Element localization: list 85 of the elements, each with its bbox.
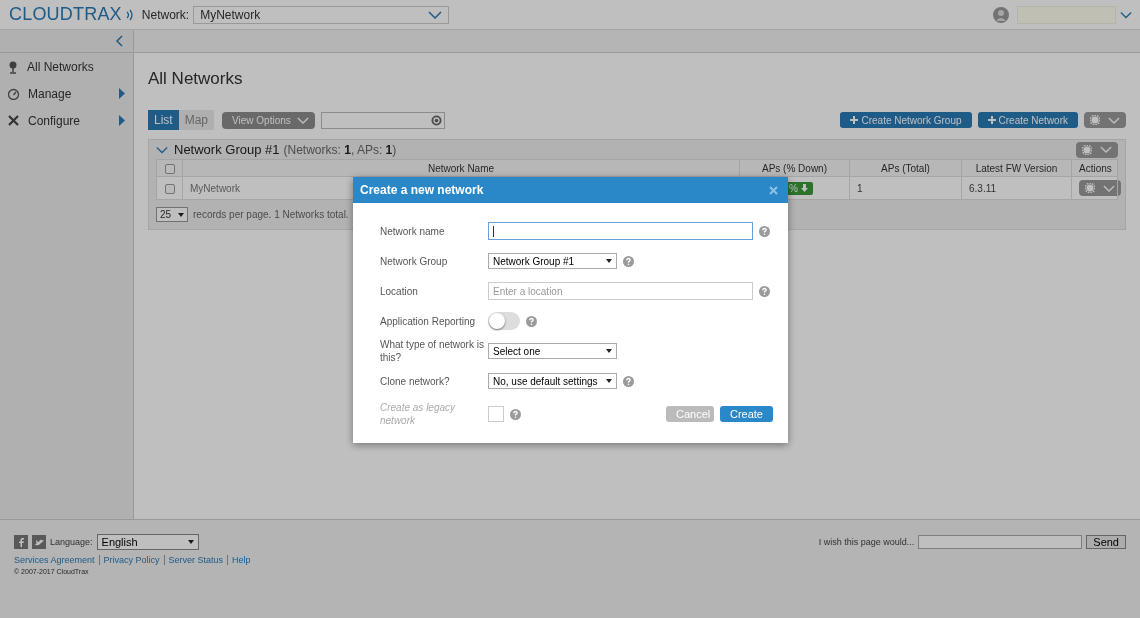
field-label: Network Group — [380, 254, 449, 268]
table-cell: 1 — [857, 182, 863, 194]
sidebar-item[interactable]: Manage — [0, 80, 133, 107]
footer-link[interactable]: Privacy Policy — [98, 555, 160, 565]
sidebar-item[interactable]: Configure — [0, 107, 133, 134]
settings-button[interactable] — [1084, 112, 1126, 128]
select-field[interactable]: Network Group #1 — [488, 253, 617, 269]
language-select[interactable]: English — [96, 534, 199, 550]
feedback-field[interactable] — [918, 535, 1083, 549]
footer-link[interactable]: Server Status — [163, 555, 224, 565]
page-title: All Networks — [148, 69, 244, 90]
field-label: Application Reporting — [380, 314, 477, 328]
help-icon[interactable] — [623, 255, 634, 267]
column-header[interactable]: Actions — [1071, 159, 1118, 177]
chevron-icon — [1108, 116, 1120, 124]
field-label: Create as legacy network — [380, 401, 457, 427]
column-header[interactable]: APs (% Down) — [739, 159, 850, 177]
field-label: Network name — [380, 224, 446, 238]
page-size-select[interactable]: 25 — [156, 207, 188, 222]
footer-link[interactable]: Services Agreement — [14, 555, 95, 565]
gear-icon — [1085, 183, 1095, 193]
caret-icon — [606, 379, 612, 383]
plus-icon — [850, 116, 859, 124]
gear-icon — [1082, 144, 1092, 155]
caret-icon — [178, 212, 184, 217]
footer-link[interactable]: Help — [227, 555, 251, 565]
field-label: Location — [380, 284, 419, 298]
chevron-icon — [296, 116, 309, 124]
toggle-switch[interactable] — [488, 312, 520, 330]
chevron-icon — [428, 10, 443, 19]
logo: CLOUDTRAX — [9, 4, 122, 25]
chevron-icon — [1100, 146, 1112, 153]
facebook-icon[interactable] — [14, 535, 28, 549]
expand-icon[interactable] — [156, 145, 168, 154]
collapse-icon[interactable] — [115, 35, 123, 47]
column-header[interactable]: Network Name — [182, 159, 740, 177]
help-icon[interactable] — [526, 315, 537, 327]
search-field[interactable] — [320, 111, 445, 129]
checkbox[interactable] — [164, 163, 175, 174]
avatar-icon[interactable] — [993, 6, 1009, 23]
plus-icon — [987, 116, 996, 124]
pin-icon — [7, 59, 19, 74]
checkbox[interactable] — [164, 183, 175, 194]
bird-icon[interactable] — [32, 535, 46, 549]
input-field[interactable] — [488, 222, 753, 240]
chevron-icon — [1103, 184, 1115, 192]
gear-icon — [1090, 115, 1100, 125]
language-label: Language: — [50, 537, 93, 547]
chevron-icon[interactable] — [1120, 10, 1132, 19]
help-icon[interactable] — [510, 408, 521, 420]
tools-icon — [7, 114, 20, 127]
help-icon[interactable] — [623, 375, 634, 387]
row-actions-button[interactable] — [1079, 180, 1121, 196]
create-button[interactable]: Create Network — [977, 112, 1078, 128]
gauge-icon — [7, 87, 20, 100]
column-header[interactable]: APs (Total) — [849, 159, 962, 177]
settings-button[interactable] — [1076, 141, 1118, 158]
feedback-label: I wish this page would... — [818, 537, 915, 547]
network-select[interactable]: MyNetwork — [193, 5, 450, 24]
field-label: Clone network? — [380, 374, 451, 388]
column-header[interactable]: Latest FW Version — [961, 159, 1072, 177]
create-button[interactable]: Create — [719, 406, 773, 422]
sidebar-item[interactable]: All Networks — [0, 53, 133, 80]
select-field[interactable]: Select one — [488, 343, 617, 359]
create-button[interactable]: Create Network Group — [840, 112, 972, 128]
caret-icon — [606, 259, 612, 263]
help-icon[interactable] — [759, 225, 770, 237]
caret-icon — [187, 540, 194, 544]
select-field[interactable]: No, use default settings — [488, 373, 617, 389]
help-icon[interactable] — [759, 285, 770, 297]
caret-icon — [606, 349, 612, 353]
send-button[interactable]: Send — [1086, 535, 1126, 549]
search-icon — [430, 114, 442, 126]
checkbox[interactable] — [488, 406, 504, 422]
signal-icon — [125, 8, 134, 21]
records-text: records per page. 1 Networks total. — [193, 209, 349, 220]
field-label: What type of network is this? — [380, 338, 485, 364]
table-cell[interactable]: MyNetwork — [190, 182, 240, 194]
group-summary: (Networks: 1, APs: 1) — [283, 142, 397, 157]
network-label: Network: — [141, 7, 190, 22]
dialog-title: Create a new network — [360, 183, 484, 197]
close-icon[interactable] — [769, 185, 778, 195]
view-tab[interactable]: List — [148, 110, 179, 130]
group-title: Network Group #1 — [174, 142, 280, 157]
table-cell: 6.3.11 — [969, 182, 997, 194]
